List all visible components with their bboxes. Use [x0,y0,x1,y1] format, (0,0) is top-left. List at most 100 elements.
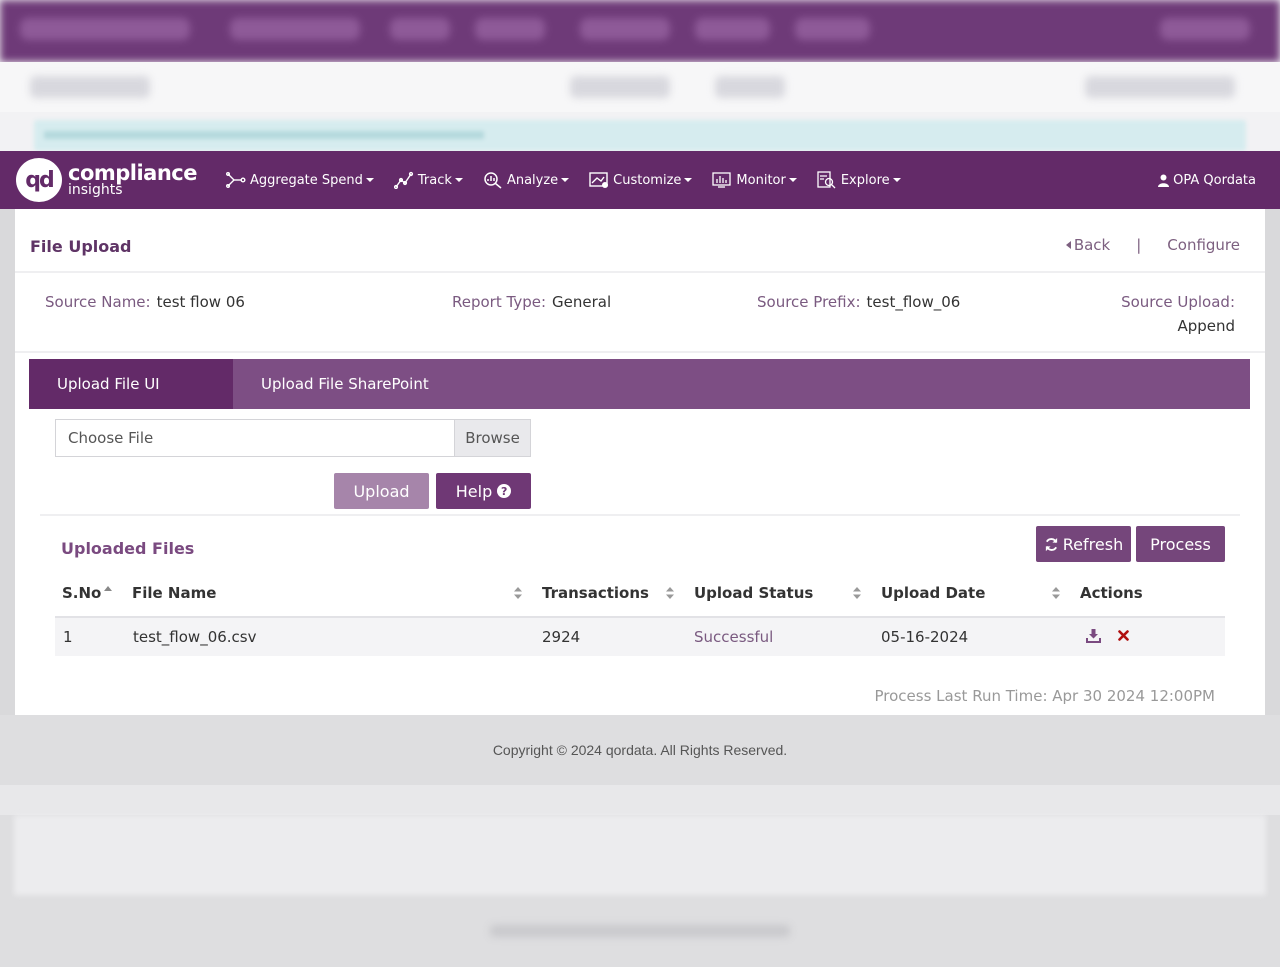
chevron-down-icon [788,178,797,182]
source-info: Source Name: test flow 06 Report Type: Gen… [15,273,1265,353]
column-header: Actions [1080,584,1143,602]
sort-icon[interactable] [1051,586,1061,600]
browse-button[interactable]: Browse [454,420,530,456]
track-icon [393,171,414,189]
cell-file-name: test_flow_06.csv [133,628,257,646]
monitor-icon [712,172,732,188]
nav-monitor[interactable]: Monitor [712,171,797,189]
sort-icon[interactable] [852,586,862,600]
help-label: Help [455,481,493,501]
table-row: 1 test_flow_06.csv 2924 Successful 05-16… [55,618,1225,656]
column-header: File Name [132,584,217,602]
background-alert [34,120,1246,151]
background-page-bottom [0,785,1280,967]
user-name: OPA Qordata [1173,172,1256,188]
source-upload-value: Append [1177,317,1235,335]
cell-upload-date: 05-16-2024 [881,628,969,646]
cell-sno: 1 [63,628,73,646]
nav-label: Customize [613,172,682,188]
caret-left-icon [1065,241,1071,249]
background-page-top [0,0,1280,151]
nav-aggregate-spend[interactable]: Aggregate Spend [226,171,374,189]
source-prefix-label: Source Prefix: [757,293,861,311]
nav-label: Analyze [506,172,559,188]
column-header: Upload Date [881,584,986,602]
explore-icon [817,171,836,189]
source-name-value: test flow 06 [156,293,245,311]
col-file-name[interactable]: File Name [132,584,216,602]
uploaded-files-table: S.No File Name Transactions Upload Statu… [55,574,1225,656]
nav-analyze[interactable]: Analyze [483,171,570,189]
process-last-run-time: Process Last Run Time: Apr 30 2024 12:00… [874,687,1215,705]
link-separator: | [1136,236,1142,254]
main-navbar: qd compliance insights Aggregate Spend T… [0,151,1280,209]
tab-upload-file-sharepoint[interactable]: Upload File SharePoint [233,359,457,409]
page-title: File Upload [30,237,132,256]
report-type-label: Report Type: [452,293,546,311]
logo-mark: qd [16,158,62,202]
sort-icon[interactable] [665,586,675,600]
source-upload-label: Source Upload: [1121,293,1235,311]
nav-customize[interactable]: Customize [589,171,693,189]
customize-icon [589,172,609,188]
app-logo[interactable]: qd compliance insights [16,158,198,202]
nav-label: Monitor [736,172,786,188]
source-name: Source Name: test flow 06 [45,293,245,311]
column-header: Transactions [542,584,649,602]
user-icon [1158,174,1170,187]
process-button[interactable]: Process [1136,526,1225,562]
refresh-button[interactable]: Refresh [1036,526,1131,562]
analyze-icon [484,172,502,189]
configure-link[interactable]: Configure [1167,236,1240,254]
report-type-value: General [552,293,612,311]
file-chooser[interactable]: Choose File Browse [55,419,531,457]
question-circle-icon: ? [497,484,512,498]
sort-asc-icon[interactable] [103,585,113,593]
col-transactions[interactable]: Transactions [542,584,649,602]
section-divider [40,514,1240,516]
col-upload-status[interactable]: Upload Status [694,584,813,602]
help-button[interactable]: Help ? [436,473,531,509]
col-sno[interactable]: S.No [62,584,101,602]
source-upload: Source Upload: Append [1121,293,1235,335]
chevron-down-icon [561,178,570,182]
table-header: S.No File Name Transactions Upload Statu… [55,574,1225,618]
footer: Copyright © 2024 qordata. All Rights Res… [0,715,1280,785]
upload-button[interactable]: Upload [334,473,429,509]
col-upload-date[interactable]: Upload Date [881,584,985,602]
refresh-icon [1045,537,1057,551]
nav-label: Aggregate Spend [250,172,363,188]
source-prefix-value: test_flow_06 [866,293,961,311]
chevron-down-icon [454,178,463,182]
chevron-down-icon [892,178,901,182]
col-actions: Actions [1080,584,1143,602]
nav-explore[interactable]: Explore [817,171,901,189]
column-header: S.No [62,584,102,602]
user-menu[interactable]: OPA Qordata [1158,151,1256,209]
background-header-row [0,62,1280,112]
back-link[interactable]: Back [1065,236,1111,254]
sort-icon[interactable] [513,586,523,600]
chevron-down-icon [684,178,693,182]
report-type: Report Type: General [452,293,611,311]
nav-label: Explore [840,172,890,188]
logo-text-primary: compliance [68,161,198,185]
download-icon[interactable] [1086,628,1101,643]
file-upload-panel: File Upload Back | Configure Source Name… [15,209,1265,715]
nav-track[interactable]: Track [393,171,463,189]
delete-icon[interactable] [1118,630,1129,641]
upload-tabs: Upload File UI Upload File SharePoint [29,359,1250,409]
cell-transactions: 2924 [542,628,581,646]
column-header: Upload Status [694,584,814,602]
copyright-text: Copyright © 2024 qordata. All Rights Res… [492,742,788,758]
back-label: Back [1073,236,1111,254]
source-prefix: Source Prefix: test_flow_06 [757,293,960,311]
background-navbar [0,0,1280,62]
refresh-label: Refresh [1062,534,1124,554]
choose-file-field[interactable]: Choose File [56,420,454,456]
uploaded-files-title: Uploaded Files [61,539,195,558]
source-name-label: Source Name: [45,293,151,311]
logo-text-secondary: insights [68,182,123,198]
tab-upload-file-ui[interactable]: Upload File UI [29,359,233,409]
nav-label: Track [417,172,452,188]
